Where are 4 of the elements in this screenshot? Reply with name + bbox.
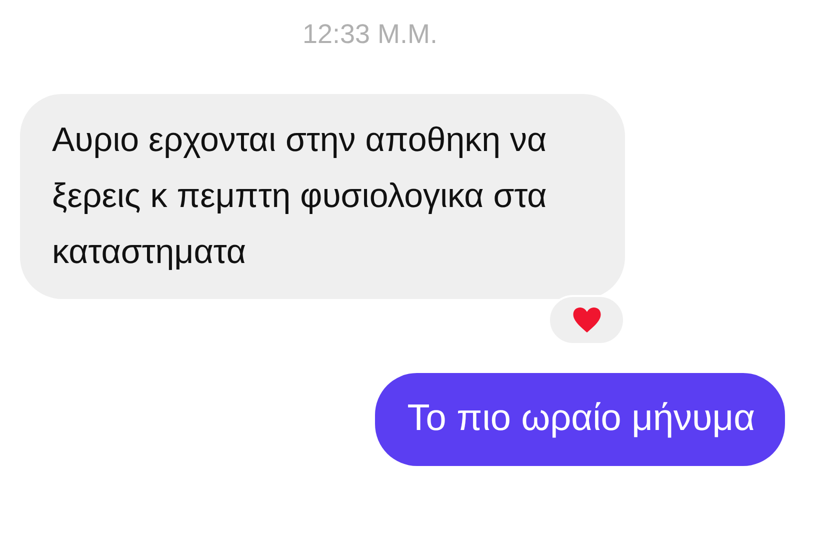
message-bubble: Το πιο ωραίο μήνυμα xyxy=(375,373,785,466)
heart-icon xyxy=(572,306,602,334)
message-timestamp: 12:33 Μ.Μ. xyxy=(301,18,439,51)
message-bubble: Αυριο ερχονται στην αποθηκη να ξερεις κ πεμπτη φυσιολογικα στα καταστηματα xyxy=(20,94,625,299)
